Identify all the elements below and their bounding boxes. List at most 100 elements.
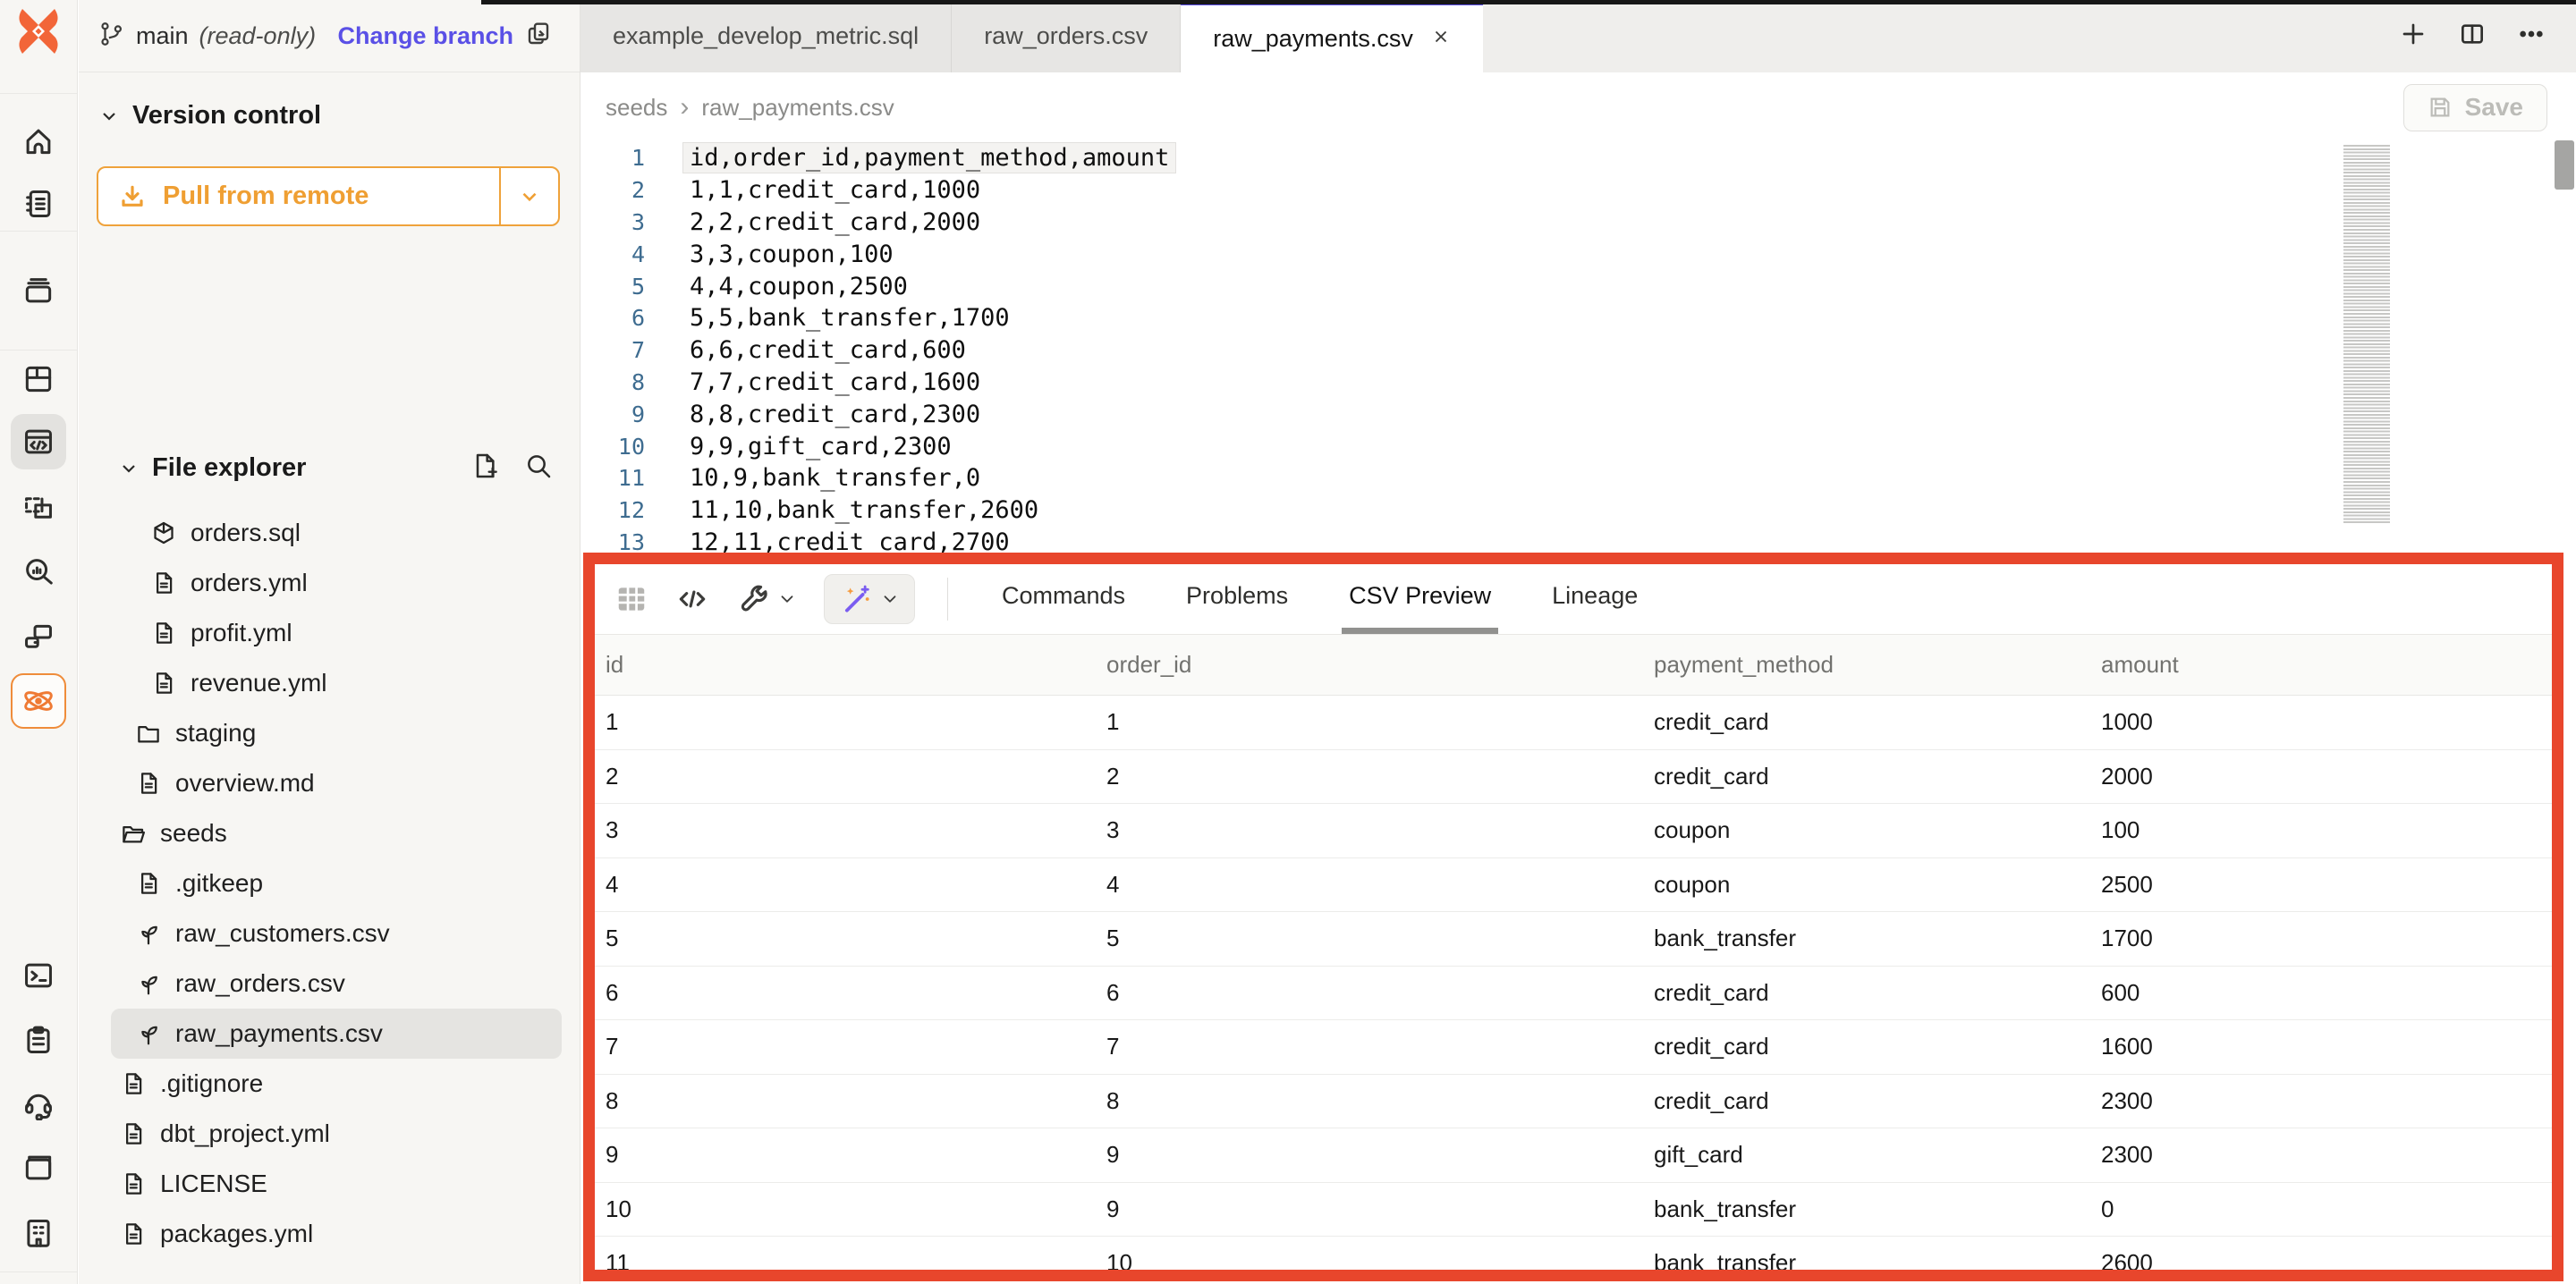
table-cell: 1700 xyxy=(2090,925,2552,952)
file-label: .gitkeep xyxy=(175,869,263,898)
editor-line-8: 87,7,credit_card,1600 xyxy=(580,367,2576,399)
file-row-orders-yml[interactable]: orders.yml xyxy=(111,558,562,608)
line-number: 5 xyxy=(580,274,645,300)
breadcrumb-folder[interactable]: seeds xyxy=(606,94,667,122)
panel-tab-csv-preview[interactable]: CSV Preview xyxy=(1342,564,1498,634)
file-row-license[interactable]: LICENSE xyxy=(111,1159,562,1209)
magic-wand-menu[interactable] xyxy=(824,574,915,624)
rail-item-windows[interactable] xyxy=(11,610,66,665)
rail-item-query-search[interactable] xyxy=(11,544,66,599)
table-cell: 5 xyxy=(1096,925,1643,952)
search-icon[interactable] xyxy=(524,452,553,485)
editor-line-12: 1211,10,bank_transfer,2600 xyxy=(580,494,2576,527)
file-row-raw-orders-csv[interactable]: raw_orders.csv xyxy=(111,959,562,1009)
file-row--gitignore[interactable]: .gitignore xyxy=(111,1059,562,1109)
code-editor-icon xyxy=(21,425,55,459)
breadcrumb: seeds › raw_payments.csv xyxy=(606,92,894,122)
file-row--gitkeep[interactable]: .gitkeep xyxy=(111,858,562,908)
chevron-down-icon xyxy=(118,458,140,479)
line-text: 10,9,bank_transfer,0 xyxy=(690,464,980,492)
file-row-profit-yml[interactable]: profit.yml xyxy=(111,608,562,658)
pull-from-remote-button[interactable]: Pull from remote xyxy=(97,166,560,226)
rail-item-headset[interactable] xyxy=(11,1076,66,1131)
editor-tab-raw-orders-csv[interactable]: raw_orders.csv xyxy=(952,0,1181,72)
file-row-dbt-project-yml[interactable]: dbt_project.yml xyxy=(111,1109,562,1159)
notebook-icon xyxy=(21,187,55,221)
rail-item-frame-select[interactable] xyxy=(11,480,66,536)
version-control-header[interactable]: Version control xyxy=(79,101,580,131)
new-file-icon[interactable] xyxy=(470,452,499,485)
code-tag-icon[interactable] xyxy=(675,582,709,616)
rail-item-archive[interactable] xyxy=(11,263,66,318)
save-button[interactable]: Save xyxy=(2403,84,2547,131)
minimap[interactable] xyxy=(2343,145,2390,524)
table-cell: 10 xyxy=(595,1195,1096,1223)
file-label: seeds xyxy=(160,819,227,848)
table-row: 66credit_card600 xyxy=(595,967,2552,1021)
column-header-id: id xyxy=(595,651,1096,679)
toolbar-divider xyxy=(947,578,948,621)
clipboard-icon xyxy=(21,1023,55,1057)
table-row: 11credit_card1000 xyxy=(595,696,2552,750)
file-row-seeds[interactable]: seeds xyxy=(111,808,562,858)
file-row-staging[interactable]: staging xyxy=(111,708,562,758)
line-number: 1 xyxy=(580,145,645,171)
table-cell: 7 xyxy=(1096,1033,1643,1060)
more-options-icon[interactable] xyxy=(2517,20,2546,53)
table-row: 88credit_card2300 xyxy=(595,1075,2552,1129)
new-tab-icon[interactable] xyxy=(2399,20,2428,53)
table-cell: coupon xyxy=(1643,871,2090,899)
chevron-down-icon xyxy=(98,106,120,127)
code-editor[interactable]: 1id,order_id,payment_method,amount21,1,c… xyxy=(580,142,2576,553)
file-row-raw-customers-csv[interactable]: raw_customers.csv xyxy=(111,908,562,959)
wrench-menu[interactable] xyxy=(736,582,797,616)
file-label: revenue.yml xyxy=(191,669,327,697)
table-cell: 6 xyxy=(1096,979,1643,1007)
file-explorer-header[interactable]: File explorer xyxy=(98,453,306,483)
rail-item-code-editor[interactable] xyxy=(11,414,66,469)
panel-tab-commands[interactable]: Commands xyxy=(995,564,1132,634)
file-row-orders-sql[interactable]: orders.sql xyxy=(111,508,562,558)
rail-item-building[interactable] xyxy=(11,1205,66,1261)
pull-label: Pull from remote xyxy=(163,182,369,211)
file-row-raw-payments-csv[interactable]: raw_payments.csv xyxy=(111,1009,562,1059)
rail-item-notebook[interactable] xyxy=(11,176,66,232)
editor-tab-raw-payments-csv[interactable]: raw_payments.csv xyxy=(1181,0,1483,72)
line-number: 13 xyxy=(580,529,645,555)
split-view-icon[interactable] xyxy=(2458,20,2487,53)
copy-icon[interactable] xyxy=(524,20,553,53)
doc-icon xyxy=(120,1170,147,1197)
sidebar: main (read-only) Change branch Version c… xyxy=(79,0,580,1284)
chevron-down-icon xyxy=(518,185,541,208)
rail-item-docs-book[interactable] xyxy=(11,1140,66,1195)
rail-item-copilot-atom[interactable] xyxy=(11,673,66,729)
rail-item-layout[interactable] xyxy=(11,351,66,407)
editor-tabbar: example_develop_metric.sqlraw_orders.csv… xyxy=(580,0,2576,72)
table-cell: 0 xyxy=(2090,1195,2552,1223)
file-row-overview-md[interactable]: overview.md xyxy=(111,758,562,808)
rail-item-terminal[interactable] xyxy=(11,948,66,1003)
editor-scrollbar[interactable] xyxy=(2555,140,2574,190)
panel-tab-lineage[interactable]: Lineage xyxy=(1545,564,1645,634)
close-tab-icon[interactable] xyxy=(1431,25,1451,53)
change-branch-link[interactable]: Change branch xyxy=(337,22,513,50)
rail-item-home[interactable] xyxy=(11,114,66,169)
rail-divider xyxy=(0,350,77,351)
seedling-icon xyxy=(135,970,162,997)
editor-line-9: 98,8,credit_card,2300 xyxy=(580,398,2576,430)
pull-dropdown-button[interactable] xyxy=(499,168,558,224)
file-row-packages-yml[interactable]: packages.yml xyxy=(111,1209,562,1259)
table-cell: bank_transfer xyxy=(1643,925,2090,952)
editor-tab-example-develop-metric-sql[interactable]: example_develop_metric.sql xyxy=(580,0,952,72)
table-row: 55bank_transfer1700 xyxy=(595,912,2552,967)
line-number: 6 xyxy=(580,305,645,331)
model-icon xyxy=(150,520,177,546)
line-number: 8 xyxy=(580,369,645,395)
panel-tab-problems[interactable]: Problems xyxy=(1179,564,1295,634)
file-label: raw_orders.csv xyxy=(175,969,345,998)
line-text: 8,8,credit_card,2300 xyxy=(690,401,980,428)
doc-icon xyxy=(120,1221,147,1247)
table-grid-icon[interactable] xyxy=(614,582,648,616)
file-row-revenue-yml[interactable]: revenue.yml xyxy=(111,658,562,708)
rail-item-clipboard[interactable] xyxy=(11,1012,66,1068)
